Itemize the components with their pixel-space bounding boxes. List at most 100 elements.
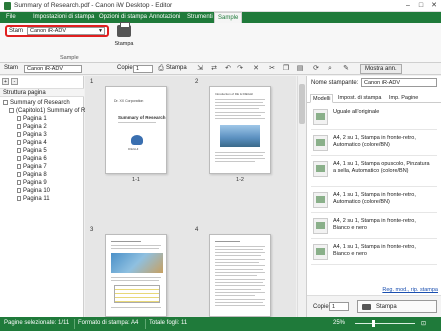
redo-icon[interactable]: ↷ bbox=[236, 65, 244, 73]
tree-chapter[interactable]: (Capitolo1) Summary of R bbox=[3, 107, 85, 115]
tab-print-settings[interactable]: Impost. di stampa bbox=[336, 94, 383, 103]
tab-sample[interactable]: Sample bbox=[214, 12, 243, 23]
tree-page-label: Pagina 10 bbox=[23, 188, 51, 194]
page-icon bbox=[17, 195, 21, 201]
page-icon bbox=[17, 179, 21, 185]
tree-page[interactable]: Pagina 11 bbox=[3, 195, 85, 203]
undo-icon[interactable]: ↶ bbox=[224, 65, 232, 73]
tree-page-label: Pagina 3 bbox=[23, 132, 47, 138]
status-selected-pages: Pagine selezionate: 1/11 bbox=[4, 320, 70, 326]
rotate-icon[interactable]: ⟳ bbox=[312, 65, 320, 73]
insert-icon[interactable]: ⇲ bbox=[196, 65, 204, 73]
printer-icon[interactable]: ⎙ bbox=[157, 65, 165, 73]
tree-page[interactable]: Pagina 4 bbox=[3, 139, 85, 147]
page-number: 4 bbox=[195, 227, 199, 233]
status-divider bbox=[145, 319, 146, 329]
zoom-icon[interactable]: ⌕ bbox=[326, 65, 334, 73]
zoom-slider-thumb[interactable] bbox=[372, 320, 375, 327]
tree-page[interactable]: Pagina 10 bbox=[3, 187, 85, 195]
collapse-icon[interactable] bbox=[9, 107, 14, 113]
page-number: 2 bbox=[195, 79, 199, 85]
page-icon bbox=[17, 187, 21, 193]
tree-page[interactable]: Pagina 3 bbox=[3, 131, 85, 139]
copies-value: 1 bbox=[332, 304, 336, 310]
delete-icon[interactable]: ✕ bbox=[252, 65, 260, 73]
model-icon bbox=[313, 135, 328, 151]
model-item[interactable]: A4, 1 su 1, Stampa in fronte-retro, Auto… bbox=[311, 188, 437, 213]
app-icon bbox=[4, 2, 11, 10]
tree-page[interactable]: Pagina 6 bbox=[3, 155, 85, 163]
tab-print-settings[interactable]: Impostazioni di stampa bbox=[30, 12, 97, 23]
copies-input[interactable]: 1 bbox=[329, 302, 349, 311]
printer-name-label: Nome stampante: bbox=[311, 80, 359, 86]
model-label: Uguale all'originale bbox=[333, 109, 380, 115]
tree-page[interactable]: Pagina 5 bbox=[3, 147, 85, 155]
tree-page[interactable]: Pagina 8 bbox=[3, 171, 85, 179]
tab-page-settings[interactable]: Imp. Pagine bbox=[387, 94, 420, 103]
register-model-link[interactable]: Reg. mod., rip. stampa bbox=[307, 287, 438, 293]
tree-chapter-label: (Capitolo1) Summary of R bbox=[16, 108, 86, 114]
show-annotations-button[interactable]: Mostra ann. bbox=[360, 64, 402, 74]
page-icon bbox=[17, 155, 21, 161]
tree-root[interactable]: Summary of Research bbox=[3, 99, 85, 107]
model-icon bbox=[313, 192, 328, 208]
page-thumbnail[interactable] bbox=[105, 234, 167, 317]
tree-page[interactable]: Pagina 1 bbox=[3, 115, 85, 123]
tree-header: Struttura pagina bbox=[0, 88, 84, 97]
model-item[interactable]: A4, 2 su 1, Stampa in fronte-retro, Bian… bbox=[311, 214, 437, 239]
tab-models[interactable]: Modelli bbox=[310, 94, 334, 103]
maximize-button[interactable]: □ bbox=[415, 1, 427, 11]
print-button[interactable]: Stampa bbox=[357, 300, 437, 313]
tab-tools[interactable]: Strumenti bbox=[184, 12, 216, 23]
close-button[interactable]: ✕ bbox=[428, 1, 440, 11]
model-item[interactable]: A4, 2 su 1, Stampa in fronte-retro, Auto… bbox=[311, 131, 437, 156]
page-preview-area[interactable]: 1 Dr. XX Corporation Summary of Research… bbox=[85, 76, 296, 317]
page-thumbnail[interactable]: Introduction of DE & DIEGHI bbox=[209, 86, 271, 174]
tree-page-label: Pagina 2 bbox=[23, 124, 47, 130]
ribbon-printer-combo[interactable]: Canon iR-ADV ▼ bbox=[27, 27, 105, 35]
toolbar-copies-label: Copie bbox=[117, 65, 133, 71]
annotation-icon[interactable]: ✎ bbox=[342, 65, 350, 73]
fit-page-icon[interactable]: ⊡ bbox=[421, 320, 426, 327]
print-footer: Copie 1 Stampa bbox=[307, 295, 441, 317]
page-thumbnail[interactable]: Dr. XX Corporation Summary of Research D… bbox=[105, 86, 167, 174]
tree-page[interactable]: Pagina 7 bbox=[3, 163, 85, 171]
tree-page-label: Pagina 7 bbox=[23, 164, 47, 170]
collapse-icon[interactable] bbox=[3, 99, 8, 105]
toolbar: Stam Canon iR-ADV Copie 1 ⎙ Stampa ⇲ ⇄ ↶… bbox=[0, 63, 441, 75]
toolbar-printer-combo[interactable]: Canon iR-ADV bbox=[24, 65, 82, 73]
preview-scrollbar[interactable] bbox=[297, 76, 305, 317]
tree-page[interactable]: Pagina 9 bbox=[3, 179, 85, 187]
remove-chapter-icon[interactable]: - bbox=[11, 78, 18, 85]
page-icon bbox=[17, 123, 21, 129]
table-image bbox=[114, 285, 160, 303]
model-item[interactable]: Uguale all'originale bbox=[311, 105, 437, 130]
tree-page-label: Pagina 6 bbox=[23, 156, 47, 162]
paste-icon[interactable]: ▤ bbox=[296, 65, 304, 73]
toolbar-print-label[interactable]: Stampa bbox=[166, 65, 187, 71]
model-item[interactable]: A4, 1 su 1, Stampa opuscolo, Pinzatura a… bbox=[311, 157, 437, 187]
tree-page[interactable]: Pagina 2 bbox=[3, 123, 85, 131]
page-heading: Introduction of DE & DIEGHI bbox=[215, 92, 254, 96]
zoom-slider[interactable] bbox=[355, 323, 415, 324]
cut-icon[interactable]: ✂ bbox=[268, 65, 276, 73]
status-total-sheets: Totale fogli: 11 bbox=[149, 320, 188, 326]
move-icon[interactable]: ⇄ bbox=[210, 65, 218, 73]
page-thumbnail[interactable] bbox=[209, 234, 271, 317]
copy-icon[interactable]: ❐ bbox=[282, 65, 290, 73]
printer-name-combo[interactable]: Canon iR-ADV bbox=[361, 78, 437, 87]
toolbar-copies-value: 1 bbox=[136, 66, 140, 72]
minimize-button[interactable]: – bbox=[402, 1, 414, 11]
model-item[interactable]: A4, 1 su 1, Stampa in fronte-retro, Bian… bbox=[311, 240, 437, 265]
tree-page-label: Pagina 4 bbox=[23, 140, 47, 146]
toolbar-copies-input[interactable]: 1 bbox=[133, 65, 153, 73]
copies-label: Copie bbox=[313, 304, 329, 310]
scrollbar-thumb[interactable] bbox=[299, 84, 305, 124]
model-label: A4, 2 su 1, Stampa in fronte-retro, Bian… bbox=[333, 218, 416, 231]
add-chapter-icon[interactable]: + bbox=[2, 78, 9, 85]
ribbon-print-button[interactable]: Stampa bbox=[113, 22, 135, 53]
printer-name-value: Canon iR-ADV bbox=[364, 80, 401, 86]
tab-annotations[interactable]: Annotazioni bbox=[146, 12, 183, 23]
logo-icon bbox=[131, 135, 143, 145]
tab-file[interactable]: File bbox=[3, 12, 19, 23]
